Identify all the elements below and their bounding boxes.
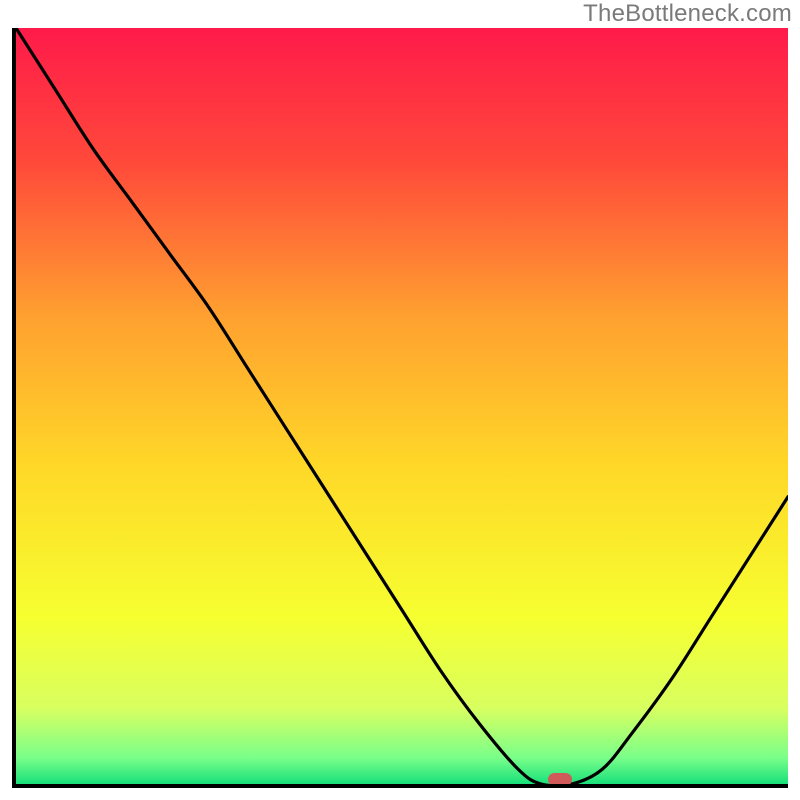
optimal-point-marker — [548, 773, 572, 786]
watermark-text: TheBottleneck.com — [583, 0, 792, 28]
bottleneck-curve — [16, 28, 788, 784]
chart-container: TheBottleneck.com — [0, 0, 800, 800]
plot-area — [12, 28, 788, 788]
